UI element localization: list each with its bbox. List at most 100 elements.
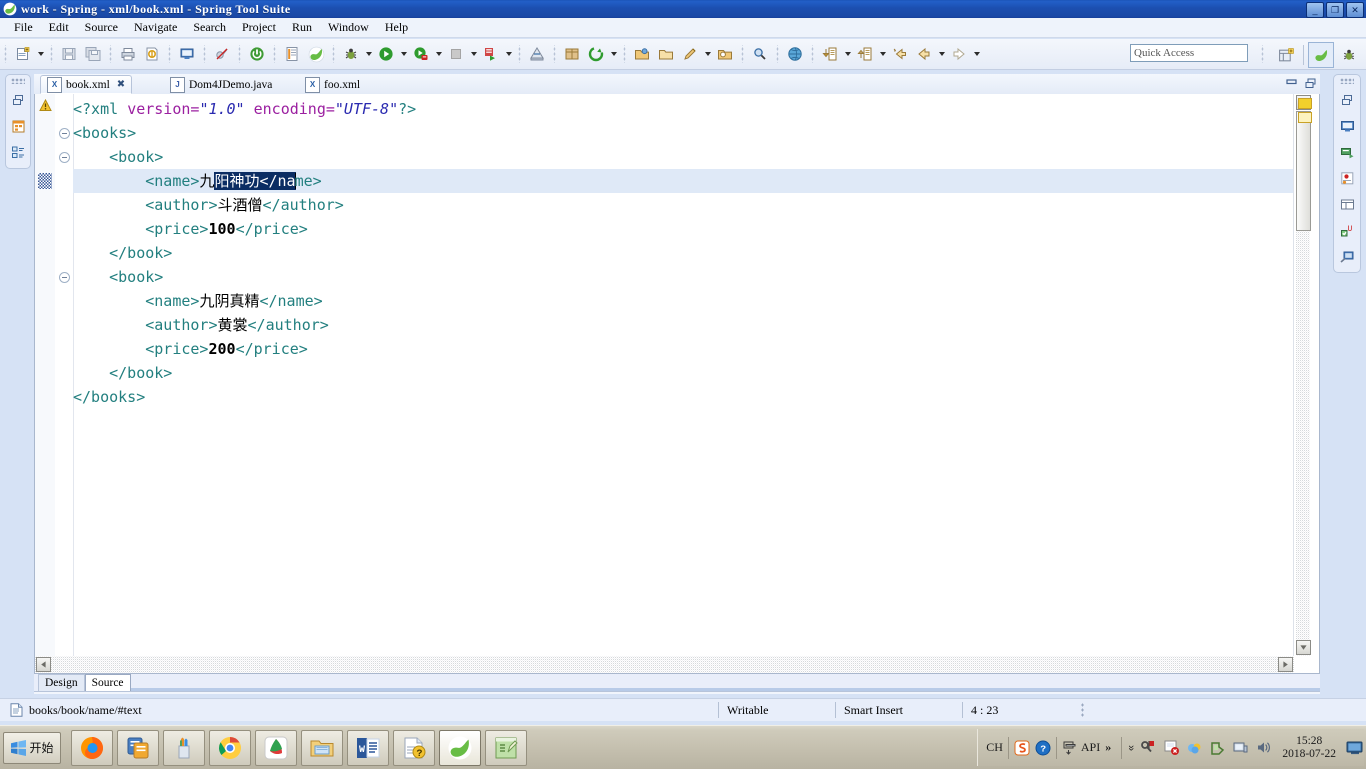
perspective-debug-button[interactable] <box>1336 42 1362 68</box>
debug-dropdown[interactable] <box>363 43 374 65</box>
menu-source[interactable]: Source <box>77 19 126 36</box>
pencil-icon[interactable] <box>678 42 702 66</box>
tray-expand-icon[interactable]: » <box>1125 744 1137 750</box>
save-button[interactable] <box>57 42 81 66</box>
tab-book-xml[interactable]: Xbook.xml ✖ <box>40 75 133 94</box>
window-close-button[interactable]: ✕ <box>1346 2 1364 18</box>
power-icon[interactable] <box>245 42 269 66</box>
external-tools-icon[interactable] <box>409 42 433 66</box>
code-text[interactable]: <?xml version="1.0" encoding="UTF-8"?> <b… <box>73 97 1293 655</box>
run-icon[interactable] <box>374 42 398 66</box>
code-line[interactable]: </book> <box>73 241 1293 265</box>
next-annotation-icon[interactable] <box>818 42 842 66</box>
ant-icon[interactable] <box>525 42 549 66</box>
tab-foo-xml[interactable]: Xfoo.xml <box>299 75 366 94</box>
perspective-spring-button[interactable] <box>1308 42 1334 68</box>
code-line[interactable]: </books> <box>73 385 1293 409</box>
maximize-editor-button[interactable] <box>1303 76 1317 90</box>
taskbar-eclipse-x[interactable] <box>117 729 159 766</box>
code-line[interactable]: <price>200</price> <box>73 337 1293 361</box>
editor-vertical-scrollbar[interactable] <box>1293 94 1319 673</box>
start-button[interactable]: 开始 <box>3 731 61 764</box>
folding-ruler[interactable] <box>55 94 74 673</box>
spring-leaf-icon[interactable] <box>304 42 328 66</box>
code-line[interactable]: <author>斗酒僧</author> <box>73 193 1293 217</box>
restore-view-button[interactable] <box>7 89 29 111</box>
keyboard-icon[interactable] <box>1062 740 1076 756</box>
scroll-right-button[interactable] <box>1278 657 1293 672</box>
minimize-editor-button[interactable] <box>1284 76 1298 90</box>
properties-table-button[interactable] <box>1336 193 1358 215</box>
tab-source[interactable]: Source <box>84 674 131 691</box>
window-maximize-button[interactable]: ❐ <box>1326 2 1344 18</box>
rail-grip[interactable] <box>11 78 25 84</box>
cloud-icon[interactable] <box>1186 739 1203 756</box>
monitor-icon[interactable] <box>1232 739 1249 756</box>
back-arrow-icon[interactable] <box>912 42 936 66</box>
code-line[interactable]: <book> <box>73 145 1293 169</box>
taskbar-chm[interactable]: ? <box>393 729 435 766</box>
taskbar-brushes[interactable] <box>163 729 205 766</box>
ime-language[interactable]: CH <box>986 740 1003 755</box>
menu-project[interactable]: Project <box>234 19 284 36</box>
menu-navigate[interactable]: Navigate <box>126 19 185 36</box>
back-dropdown[interactable] <box>936 43 947 65</box>
close-icon[interactable]: ✖ <box>117 79 125 90</box>
servers-view-button[interactable] <box>1336 141 1358 163</box>
fold-collapse-icon[interactable] <box>59 128 70 139</box>
code-line[interactable]: </book> <box>73 361 1293 385</box>
run-dropdown[interactable] <box>398 43 409 65</box>
code-line[interactable]: <name>九阴真精</name> <box>73 289 1293 313</box>
annotation-marker[interactable] <box>1298 98 1312 109</box>
new-wizard-dropdown[interactable] <box>35 43 46 65</box>
annotation-marker[interactable] <box>1298 112 1312 123</box>
fold-collapse-icon[interactable] <box>59 272 70 283</box>
menu-run[interactable]: Run <box>284 19 320 36</box>
scroll-down-button[interactable] <box>1296 640 1311 655</box>
code-line[interactable]: <price>100</price> <box>73 217 1293 241</box>
print-button[interactable] <box>116 42 140 66</box>
open-task-icon[interactable] <box>654 42 678 66</box>
editor-horizontal-scrollbar[interactable] <box>35 656 1294 673</box>
console-view-button[interactable] <box>1336 115 1358 137</box>
fold-collapse-icon[interactable] <box>59 152 70 163</box>
junit-view-button[interactable]: U <box>1336 219 1358 241</box>
annotation-ruler[interactable] <box>35 94 56 673</box>
source-editor[interactable]: <?xml version="1.0" encoding="UTF-8"?> <b… <box>34 94 1320 674</box>
menu-window[interactable]: Window <box>320 19 377 36</box>
code-line[interactable]: <author>黄裳</author> <box>73 313 1293 337</box>
save-all-button[interactable] <box>81 42 105 66</box>
terminate-dropdown[interactable] <box>468 43 479 65</box>
scroll-left-button[interactable] <box>36 657 51 672</box>
taskbar-sts[interactable] <box>439 729 481 766</box>
prev-annotation-dropdown[interactable] <box>877 43 888 65</box>
refresh-dropdown[interactable] <box>608 43 619 65</box>
code-line[interactable]: <book> <box>73 265 1293 289</box>
tray-overflow-icon[interactable]: » <box>1105 740 1111 755</box>
tab-dom4jdemo-java[interactable]: J Dom4JDemo.java <box>164 75 278 94</box>
terminate-icon[interactable] <box>444 42 468 66</box>
quick-access-input[interactable]: Quick Access <box>1130 44 1248 62</box>
taskbar-editor[interactable] <box>485 729 527 766</box>
open-type-icon[interactable] <box>630 42 654 66</box>
ime-indicator[interactable]: CH ? API » <box>986 736 1111 759</box>
refresh-icon[interactable] <box>584 42 608 66</box>
taskbar-chrome[interactable] <box>209 729 251 766</box>
next-annotation-dropdown[interactable] <box>842 43 853 65</box>
tab-design[interactable]: Design <box>38 674 85 691</box>
globe-icon[interactable] <box>783 42 807 66</box>
statusbar-resize-grip[interactable] <box>1079 702 1086 718</box>
annotation-overview-ruler[interactable] <box>1298 98 1316 126</box>
spring-config-icon[interactable] <box>280 42 304 66</box>
code-line[interactable]: <name>九阳神功</name> <box>73 169 1293 193</box>
new-task-dropdown[interactable] <box>702 43 713 65</box>
taskbar-word[interactable]: W <box>347 729 389 766</box>
code-line[interactable]: <books> <box>73 121 1293 145</box>
forward-arrow-icon[interactable] <box>947 42 971 66</box>
validate-button[interactable] <box>140 42 164 66</box>
api-label[interactable]: API <box>1081 740 1100 755</box>
volume-icon[interactable] <box>1255 739 1272 756</box>
show-desktop-icon[interactable] <box>1346 740 1364 756</box>
sogou-icon[interactable] <box>1014 740 1030 756</box>
forward-dropdown[interactable] <box>971 43 982 65</box>
